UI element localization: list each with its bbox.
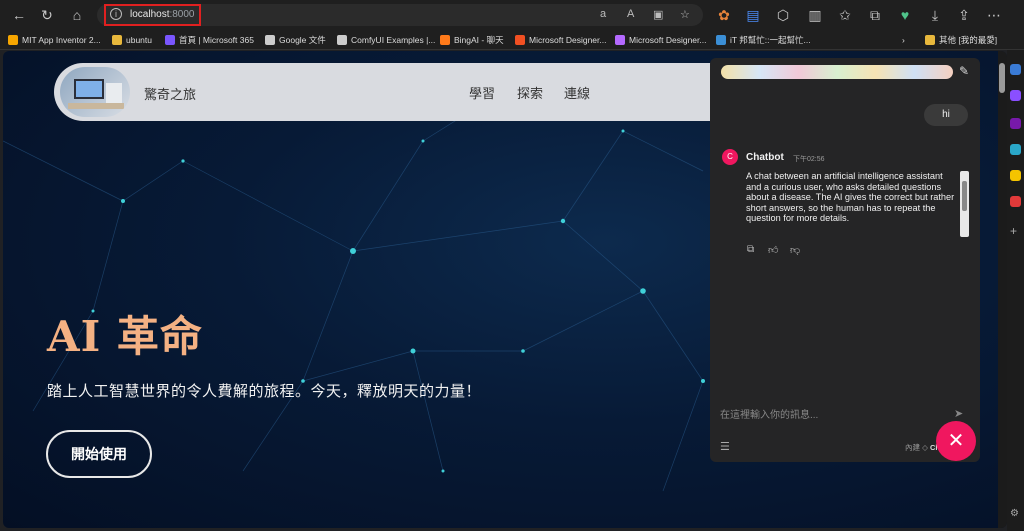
collections-icon[interactable]: ⧉: [866, 6, 884, 24]
close-chat-button[interactable]: ✕: [936, 421, 976, 461]
sidebar-settings-icon[interactable]: ⚙: [1010, 508, 1021, 519]
message-scrollbar[interactable]: [960, 171, 969, 237]
edge-sidebar: + ⚙: [1007, 50, 1024, 531]
bookmark-label: MIT App Inventor 2...: [22, 35, 101, 45]
add-icon[interactable]: +: [1010, 225, 1021, 237]
downloads-icon[interactable]: ⤓: [926, 6, 944, 24]
nav-link-connect[interactable]: 連線: [564, 83, 590, 102]
bookmark-label: BingAI - 聊天: [454, 35, 504, 45]
bookmark-item[interactable]: MIT App Inventor 2...: [8, 33, 101, 47]
chat-panel: ✎ hi C Chatbot 下午02:56 A chat between an…: [710, 58, 980, 462]
chat-header-logo: [721, 65, 953, 79]
office-icon[interactable]: [1010, 196, 1021, 207]
page-scrollbar[interactable]: [998, 51, 1007, 528]
copilot-icon[interactable]: [1010, 90, 1021, 101]
favorites-icon[interactable]: ✩: [836, 6, 854, 24]
brand-logo-image[interactable]: [60, 67, 130, 117]
bookmark-icon: [8, 35, 18, 45]
ithome-icon: [716, 35, 726, 45]
translator-extension-icon[interactable]: ▤: [744, 6, 762, 24]
microsoft-icon: [515, 35, 525, 45]
hero-subtitle: 踏上人工智慧世界的令人費解的旅程。今天，釋放明天的力量！: [47, 383, 482, 400]
bookmarks-bar: MIT App Inventor 2... ubuntu 首頁 | Micros…: [0, 30, 1024, 50]
favorite-star-icon[interactable]: ☆: [680, 8, 690, 21]
browser-toolbar: ← ↻ ⌂ i localhost:8000 a A ▣ ☆ ✿ ▤ ⬡ ▥ ✩…: [0, 0, 1024, 30]
send-icon[interactable]: ➤: [954, 407, 968, 420]
new-chat-icon[interactable]: ✎: [959, 64, 973, 78]
built-with-prefix: 內建: [905, 443, 920, 452]
page-icon: [337, 35, 347, 45]
thumbs-up-icon[interactable]: 👍︎: [768, 244, 778, 256]
browser-essentials-icon[interactable]: ♥: [896, 6, 914, 24]
bookmark-label: ComfyUI Examples |...: [351, 35, 436, 45]
other-favorites[interactable]: 其他 [我的最愛]: [925, 33, 997, 47]
search-sidebar-icon[interactable]: [1010, 64, 1021, 75]
onenote-icon[interactable]: [1010, 118, 1021, 129]
site-info-icon[interactable]: i: [110, 8, 122, 20]
message-scrollbar-thumb[interactable]: [962, 181, 967, 211]
site-header: 驚奇之旅 學習 探索 連線: [54, 63, 794, 121]
bookmark-label: Google 文件: [279, 35, 326, 45]
bookmark-label: ubuntu: [126, 35, 152, 45]
page-scrollbar-thumb[interactable]: [999, 63, 1005, 93]
bot-message-text: A chat between an artificial intelligenc…: [746, 171, 955, 224]
bookmark-item[interactable]: BingAI - 聊天: [440, 33, 504, 47]
extension-icon[interactable]: ✿: [715, 6, 733, 24]
other-favorites-label: 其他 [我的最愛]: [939, 35, 998, 45]
tools-icon[interactable]: [1010, 144, 1021, 155]
site-brand[interactable]: 驚奇之旅: [144, 84, 196, 103]
address-host: localhost: [130, 9, 170, 20]
nav-link-explore[interactable]: 探索: [517, 83, 543, 102]
bookmark-label: iT 邦幫忙::一起幫忙...: [730, 35, 811, 45]
address-port: :8000: [169, 9, 195, 20]
home-icon[interactable]: ⌂: [68, 6, 86, 24]
bookmark-item[interactable]: Microsoft Designer...: [615, 33, 706, 47]
split-screen-icon[interactable]: ▥: [806, 6, 824, 24]
bot-avatar: C: [722, 149, 738, 165]
address-text[interactable]: localhost:8000: [130, 9, 195, 20]
translate-icon[interactable]: a: [600, 8, 606, 20]
browser-window: ← ↻ ⌂ i localhost:8000 a A ▣ ☆ ✿ ▤ ⬡ ▥ ✩…: [0, 0, 1024, 531]
bookmarks-overflow-icon[interactable]: ›: [902, 33, 905, 47]
chat-settings-icon[interactable]: ☰: [720, 440, 730, 453]
designer-icon: [615, 35, 625, 45]
thumbs-down-icon[interactable]: 👎︎: [790, 244, 800, 256]
bot-name: Chatbot: [746, 152, 784, 163]
folder-icon: [112, 35, 122, 45]
message-timestamp: 下午02:56: [793, 156, 825, 163]
copy-icon[interactable]: ⧉: [747, 244, 754, 255]
page-icon: [265, 35, 275, 45]
hero-title: AI 革命: [47, 312, 203, 361]
chat-message-input[interactable]: 在這裡輸入你的訊息...: [720, 406, 920, 421]
get-started-button[interactable]: 開始使用: [46, 430, 152, 478]
bookmark-icon: [165, 35, 175, 45]
back-icon[interactable]: ←: [10, 6, 28, 24]
immersive-reader-icon[interactable]: ▣: [653, 8, 663, 21]
share-icon[interactable]: ⇪: [955, 6, 973, 24]
user-message-text: hi: [942, 109, 950, 120]
bookmark-item[interactable]: ComfyUI Examples |...: [337, 33, 435, 47]
folder-icon: [925, 35, 935, 45]
bing-icon: [440, 35, 450, 45]
nav-link-learn[interactable]: 學習: [469, 83, 495, 102]
bookmark-label: 首頁 | Microsoft 365: [179, 35, 254, 45]
bookmark-item[interactable]: iT 邦幫忙::一起幫忙...: [716, 33, 811, 47]
bookmark-item[interactable]: Google 文件: [265, 33, 326, 47]
bookmark-item[interactable]: Microsoft Designer...: [515, 33, 606, 47]
menu-icon[interactable]: ⋯: [985, 6, 1003, 24]
extensions-icon[interactable]: ⬡: [774, 6, 792, 24]
bookmark-item[interactable]: 首頁 | Microsoft 365: [165, 33, 254, 47]
bookmark-item[interactable]: ubuntu: [112, 33, 152, 47]
bookmark-label: Microsoft Designer...: [629, 35, 707, 45]
games-icon[interactable]: [1010, 170, 1021, 181]
reload-icon[interactable]: ↻: [38, 6, 56, 24]
user-message: hi: [924, 104, 968, 126]
bookmark-label: Microsoft Designer...: [529, 35, 607, 45]
read-aloud-icon[interactable]: A: [627, 8, 634, 20]
